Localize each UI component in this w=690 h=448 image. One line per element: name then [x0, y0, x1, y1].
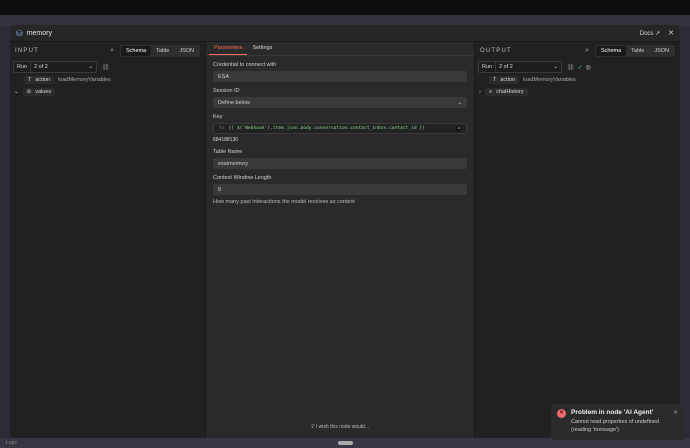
tab-parameters[interactable]: Parameters — [209, 42, 248, 55]
info-icon[interactable]: ◎ — [586, 64, 591, 71]
key-result: 684188130 — [213, 137, 239, 143]
input-view-tabs: Schema Table JSON — [119, 44, 200, 57]
session-id-select[interactable]: Define below ⌄ — [213, 97, 467, 108]
output-label: OUTPUT — [480, 47, 512, 54]
chevron-down-icon: ⌄ — [14, 89, 19, 95]
tab-table[interactable]: Table — [626, 46, 649, 56]
output-view-tabs: Schema Table JSON — [594, 44, 675, 57]
context-window-input[interactable]: 8 — [213, 184, 467, 195]
tab-settings[interactable]: Settings — [247, 42, 277, 55]
text-type-icon: T — [493, 77, 497, 83]
tab-json[interactable]: JSON — [649, 46, 674, 56]
error-icon: ✕ — [557, 409, 566, 418]
array-type-icon: ≡ — [488, 89, 493, 95]
table-name-label: Table Name — [213, 149, 243, 155]
table-name-input[interactable]: esaimemory — [213, 158, 467, 169]
session-id-label: Session ID — [213, 88, 240, 94]
credential-label: Credential to connect with — [213, 62, 277, 68]
run-selector[interactable]: Run 2 of 2 ⌄ — [478, 61, 562, 73]
tab-schema[interactable]: Schema — [595, 45, 627, 56]
close-icon[interactable]: ✕ — [668, 29, 674, 37]
database-icon: ⛁ — [16, 28, 23, 38]
input-panel: INPUT ⌕ Schema Table JSON Run 2 of 2 ⌄ ⛓ … — [10, 42, 205, 438]
search-icon[interactable]: ⌕ — [585, 47, 589, 55]
external-link-icon: ↗ — [655, 30, 661, 37]
toast-message: Cannot read properties of undefined (rea… — [571, 419, 660, 433]
expand-icon: ⇲ — [456, 126, 461, 131]
node-details-modal: ⛁ memory Docs ↗ ✕ INPUT ⌕ Schema Table J… — [10, 25, 680, 438]
link-icon[interactable]: ⛓ — [102, 64, 110, 71]
resize-handle[interactable] — [338, 441, 353, 445]
output-panel: OUTPUT ⌕ Schema Table JSON Run 2 of 2 ⌄ ⛓… — [475, 42, 680, 438]
input-label: INPUT — [15, 47, 39, 54]
tab-json[interactable]: JSON — [174, 46, 199, 56]
key-expression-input[interactable]: fx{{ $('Webhook').item.json.body.convers… — [213, 123, 467, 134]
success-check-icon: ✓ — [577, 64, 583, 71]
object-type-icon: ⊘ — [26, 89, 32, 95]
toast-title: Problem in node 'AI Agent' — [571, 409, 654, 416]
credential-select[interactable]: ESA — [213, 71, 467, 82]
search-icon[interactable]: ⌕ — [110, 47, 114, 55]
link-icon[interactable]: ⛓ — [567, 64, 575, 71]
lightbulb-icon: 💡︎ — [311, 424, 315, 430]
schema-row: Taction loadMemoryVariables — [475, 74, 680, 86]
key-label: Key — [213, 114, 223, 120]
chevron-right-icon: › — [479, 89, 481, 95]
schema-row[interactable]: › ≡ chatHistory — [475, 86, 680, 98]
fx-icon: fx — [219, 126, 225, 131]
modal-header: ⛁ memory Docs ↗ ✕ — [10, 25, 680, 42]
tab-table[interactable]: Table — [151, 46, 174, 56]
error-toast: ✕ Problem in node 'AI Agent' Cannot read… — [551, 404, 684, 440]
schema-row[interactable]: ⌄ ⊘ values — [10, 86, 205, 98]
context-window-label: Context Window Length — [213, 175, 272, 181]
schema-row: Taction loadMemoryVariables — [10, 74, 205, 86]
top-bar — [0, 0, 690, 15]
chevron-down-icon: ⌄ — [553, 64, 558, 70]
run-selector[interactable]: Run 2 of 2 ⌄ — [13, 61, 97, 73]
node-title[interactable]: memory — [27, 30, 52, 37]
parameters-panel: Parameters Settings Credential to connec… — [205, 42, 475, 438]
context-hint: How many past interactions the model rec… — [213, 199, 355, 205]
text-type-icon: T — [28, 77, 32, 83]
close-icon[interactable]: ✕ — [673, 409, 678, 435]
docs-link[interactable]: Docs ↗ — [640, 30, 660, 37]
tab-schema[interactable]: Schema — [120, 45, 152, 56]
feedback-link[interactable]: 💡︎ I wish this node would... — [206, 424, 474, 430]
chevron-down-icon: ⌄ — [457, 99, 462, 106]
chevron-down-icon: ⌄ — [88, 64, 93, 70]
